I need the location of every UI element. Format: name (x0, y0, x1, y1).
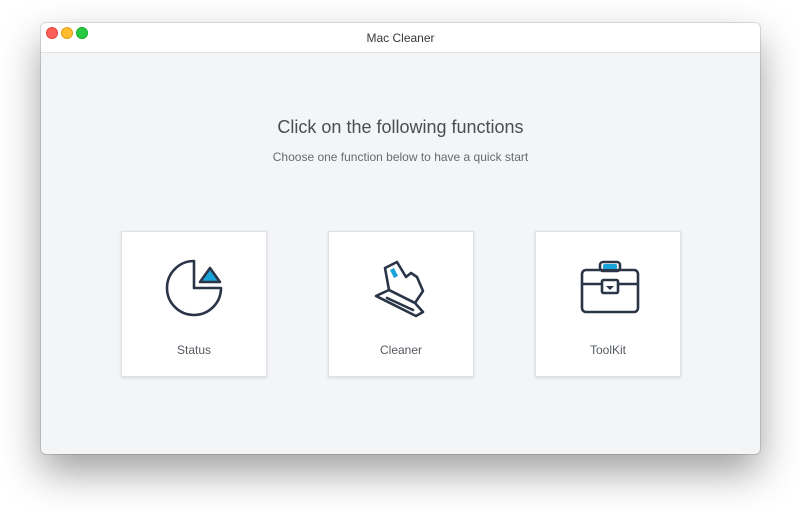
toolkit-label: ToolKit (589, 343, 627, 357)
pie-chart-icon (165, 259, 223, 317)
window-title: Mac Cleaner (366, 31, 435, 45)
page-heading: Click on the following functions (277, 117, 524, 137)
cleaner-card[interactable]: Cleaner (328, 231, 474, 377)
page-subheading: Choose one function below to have a quic… (272, 150, 529, 164)
app-window: Mac Cleaner Click on the following funct… (41, 23, 760, 454)
status-label: Status (176, 343, 212, 357)
title-bar: Mac Cleaner (41, 23, 760, 53)
toolbox-icon (580, 260, 640, 314)
toolkit-card[interactable]: ToolKit (535, 231, 681, 377)
brush-icon (374, 260, 425, 318)
cleaner-label: Cleaner (379, 343, 423, 357)
status-card[interactable]: Status (121, 231, 267, 377)
